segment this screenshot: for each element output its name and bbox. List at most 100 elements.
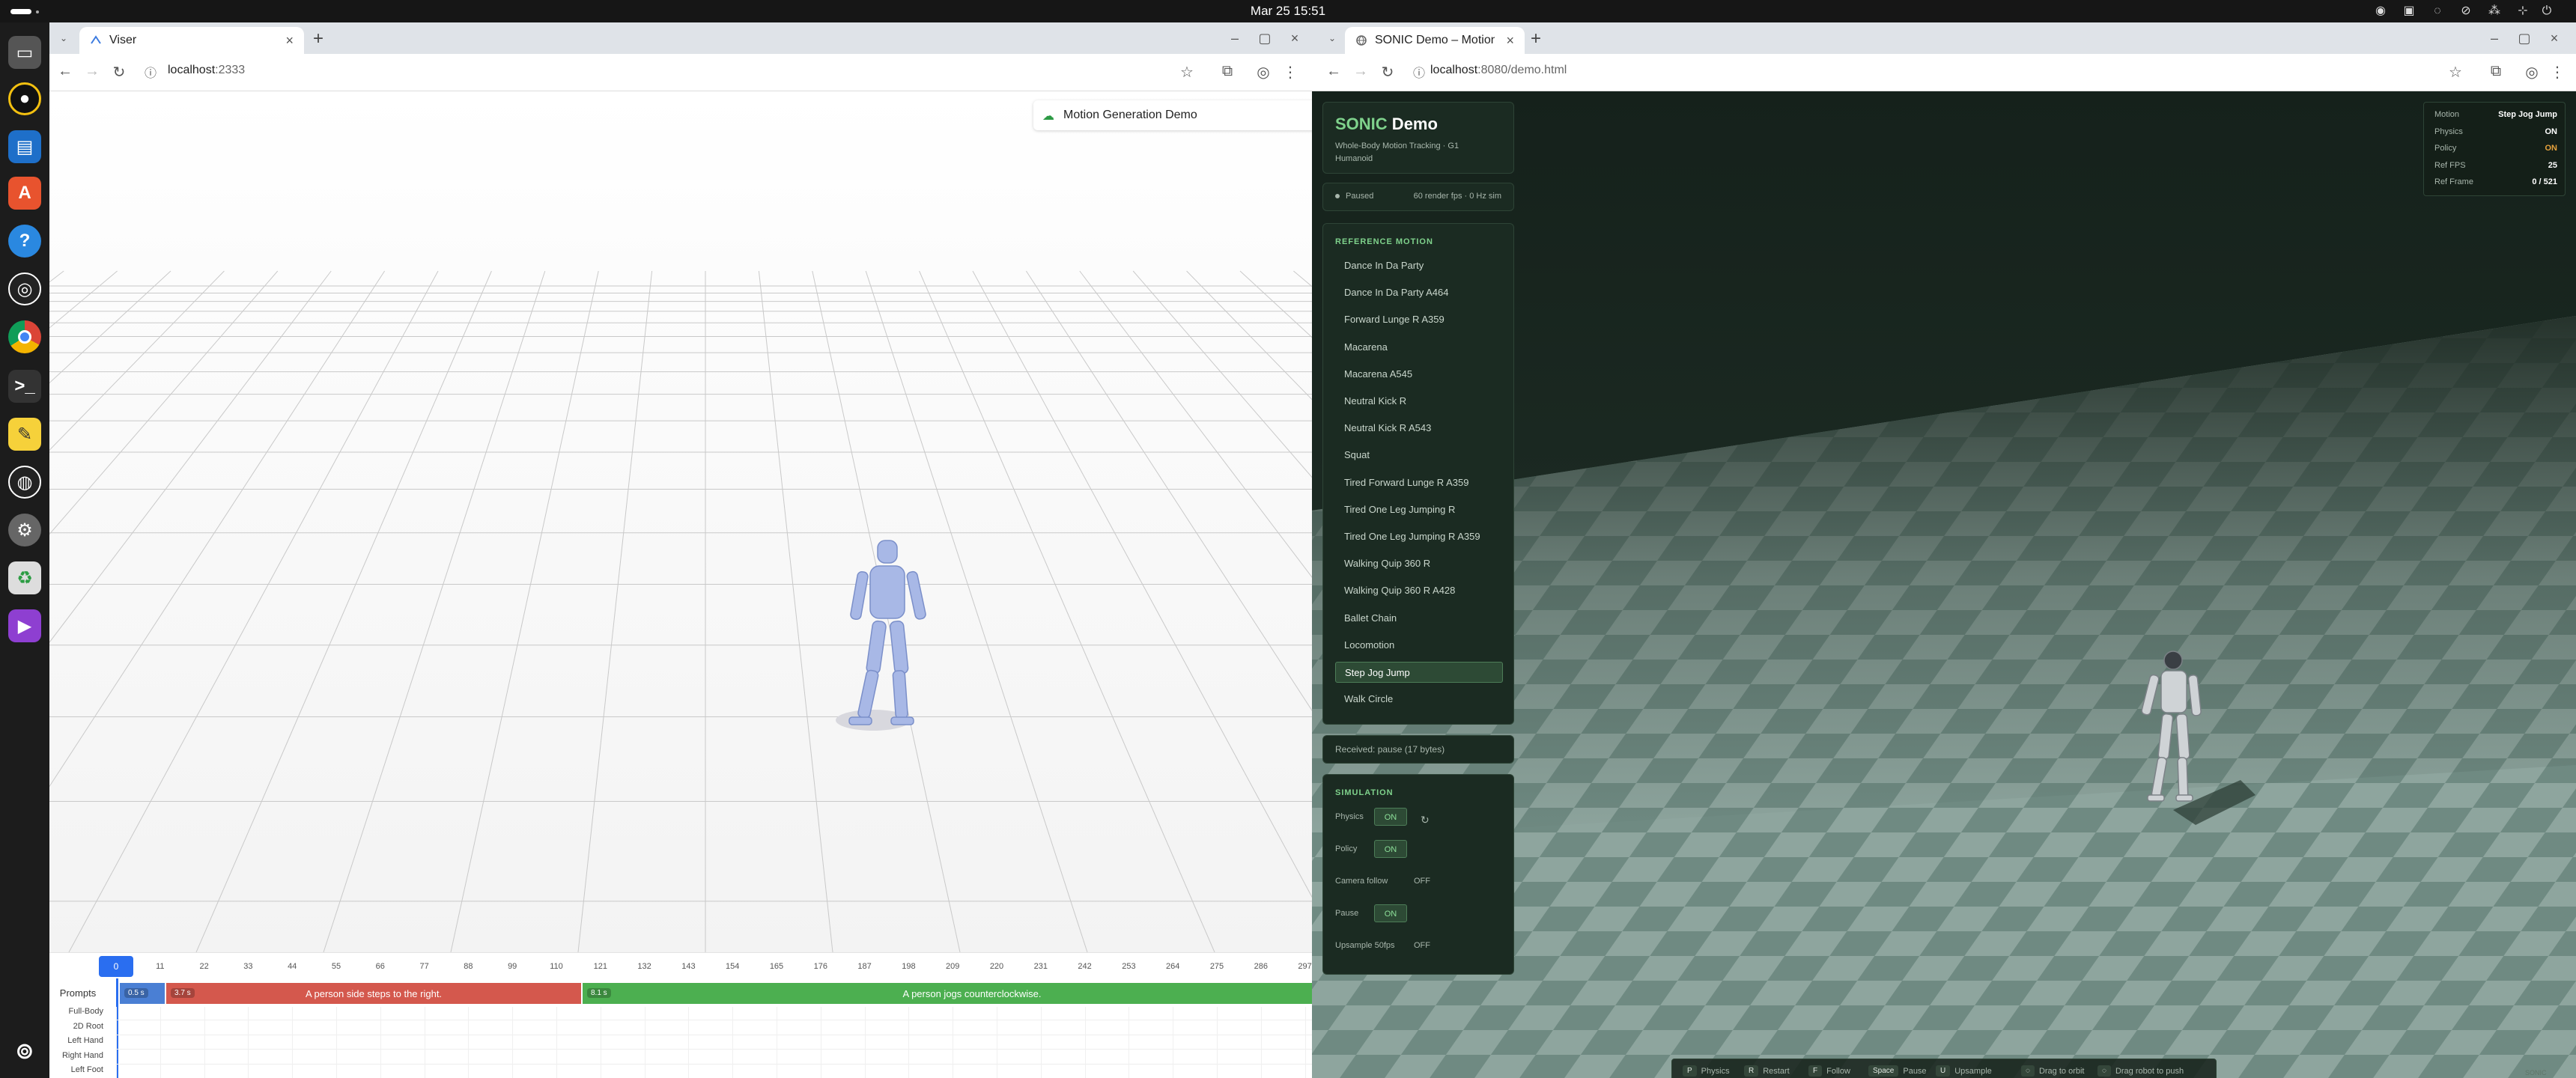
profile-icon[interactable]: ◎ bbox=[1254, 63, 1273, 82]
url-field[interactable]: localhost:8080/demo.html bbox=[1430, 64, 1567, 77]
motion-item[interactable]: Forward Lunge R A359 bbox=[1335, 309, 1503, 330]
extensions-icon[interactable]: ⧉ bbox=[1218, 63, 1237, 80]
frame-tick[interactable]: 198 bbox=[893, 962, 923, 971]
extensions-icon[interactable]: ⧉ bbox=[2486, 63, 2506, 80]
reload-icon[interactable]: ↻ bbox=[109, 63, 129, 82]
track-row[interactable] bbox=[115, 1063, 1313, 1065]
humanoid-model-left[interactable] bbox=[813, 533, 963, 758]
frame-tick[interactable]: 165 bbox=[762, 962, 792, 971]
bookmark-star-icon[interactable]: ☆ bbox=[2446, 63, 2465, 82]
frame-tick[interactable]: 209 bbox=[938, 962, 967, 971]
motion-item[interactable]: Neutral Kick R A543 bbox=[1335, 418, 1503, 439]
network-tray-icon[interactable]: ⊹ bbox=[2516, 4, 2530, 18]
frame-tick[interactable]: 231 bbox=[1026, 962, 1056, 971]
trash-icon[interactable]: ♻ bbox=[8, 561, 41, 594]
sim-toggle[interactable]: OFF bbox=[1406, 937, 1439, 954]
frame-tick[interactable]: 132 bbox=[630, 962, 660, 971]
media-player-icon[interactable]: ▶ bbox=[8, 609, 41, 642]
clock[interactable]: Mar 25 15:51 bbox=[0, 4, 2576, 19]
frame-tick[interactable]: 253 bbox=[1114, 962, 1143, 971]
maximize-icon[interactable]: ▢ bbox=[1255, 28, 1275, 48]
motion-item[interactable]: Locomotion bbox=[1335, 635, 1503, 656]
power-icon[interactable]: ⏻ bbox=[2540, 4, 2554, 18]
current-frame-marker[interactable]: 0 bbox=[99, 956, 133, 977]
forward-icon[interactable]: → bbox=[1351, 63, 1370, 80]
motion-item[interactable]: Macarena bbox=[1335, 337, 1503, 358]
obs-icon[interactable]: ◎ bbox=[8, 272, 41, 305]
browser-alt-icon[interactable]: ◍ bbox=[8, 466, 41, 499]
sim-toggle[interactable]: ON bbox=[1374, 904, 1407, 922]
site-info-icon[interactable]: ⓘ bbox=[1409, 63, 1429, 81]
forward-icon[interactable]: → bbox=[82, 63, 102, 80]
frame-tick[interactable]: 66 bbox=[365, 962, 395, 971]
profile-icon[interactable]: ◎ bbox=[2522, 63, 2542, 82]
app-indicator-icon[interactable]: ▣ bbox=[2402, 4, 2416, 18]
sim-toggle[interactable]: ON bbox=[1374, 840, 1407, 858]
text-editor-icon[interactable]: ✎ bbox=[8, 418, 41, 451]
motion-item[interactable]: Dance In Da Party A464 bbox=[1335, 282, 1503, 303]
sim-toggle[interactable]: OFF bbox=[1406, 872, 1439, 890]
motion-item[interactable]: Walking Quip 360 R A428 bbox=[1335, 580, 1503, 601]
close-tab-icon[interactable]: × bbox=[1506, 33, 1514, 49]
close-window-icon[interactable]: × bbox=[2545, 28, 2564, 48]
close-window-icon[interactable]: × bbox=[1285, 28, 1304, 48]
frame-tick[interactable]: 176 bbox=[806, 962, 836, 971]
app-center-icon[interactable]: A bbox=[8, 177, 41, 210]
reload-icon[interactable]: ↻ bbox=[1378, 63, 1397, 82]
viser-3d-viewport[interactable] bbox=[49, 91, 1313, 952]
frame-tick[interactable]: 55 bbox=[321, 962, 351, 971]
reset-physics-icon[interactable]: ↻ bbox=[1421, 814, 1430, 826]
rhythmbox-icon[interactable]: ● bbox=[8, 82, 41, 115]
g1-humanoid-robot[interactable] bbox=[2128, 645, 2278, 840]
new-tab-icon[interactable]: + bbox=[313, 28, 323, 49]
frame-tick[interactable]: 33 bbox=[233, 962, 263, 971]
motion-generation-demo-panel[interactable]: ☁ Motion Generation Demo bbox=[1033, 100, 1313, 130]
motion-item[interactable]: Step Jog Jump bbox=[1335, 662, 1503, 683]
frame-tick[interactable]: 220 bbox=[982, 962, 1012, 971]
bookmark-star-icon[interactable]: ☆ bbox=[1177, 63, 1197, 82]
frame-tick[interactable]: 242 bbox=[1070, 962, 1100, 971]
back-icon[interactable]: ← bbox=[1324, 63, 1343, 80]
settings-icon[interactable]: ⚙ bbox=[8, 514, 41, 546]
frame-tick[interactable]: 110 bbox=[541, 962, 571, 971]
motion-item[interactable]: Squat bbox=[1335, 445, 1503, 466]
frame-tick[interactable]: 11 bbox=[145, 962, 175, 971]
terminal-icon[interactable]: >_ bbox=[8, 370, 41, 403]
frame-tick[interactable]: 297 bbox=[1290, 962, 1313, 971]
frame-tick[interactable]: 121 bbox=[586, 962, 616, 971]
frame-tick[interactable]: 88 bbox=[453, 962, 483, 971]
menu-kebab-icon[interactable]: ⋮ bbox=[1281, 63, 1300, 82]
sonic-3d-viewport[interactable]: SONIC Demo Whole-Body Motion Tracking · … bbox=[1312, 91, 2576, 1078]
new-tab-icon[interactable]: + bbox=[1531, 28, 1541, 49]
menu-kebab-icon[interactable]: ⋮ bbox=[2548, 63, 2567, 82]
prompt-segment-3[interactable]: 8.1 sA person jogs counterclockwise. bbox=[583, 983, 1313, 1004]
tab-list-chevron-icon[interactable]: ⌄ bbox=[1322, 28, 1342, 48]
minimize-icon[interactable]: – bbox=[1225, 28, 1245, 48]
motion-item[interactable]: Tired One Leg Jumping R A359 bbox=[1335, 526, 1503, 547]
update-icon[interactable]: ⊘ bbox=[2459, 4, 2473, 18]
frame-tick[interactable]: 264 bbox=[1158, 962, 1188, 971]
close-tab-icon[interactable]: × bbox=[285, 33, 294, 49]
prompt-segment-2[interactable]: 3.7 sA person side steps to the right. bbox=[166, 983, 581, 1004]
site-info-icon[interactable]: ⓘ bbox=[141, 63, 160, 81]
motion-item[interactable]: Neutral Kick R bbox=[1335, 391, 1503, 412]
track-row[interactable] bbox=[115, 1049, 1313, 1050]
files-icon[interactable]: ▭ bbox=[8, 36, 41, 69]
motion-item[interactable]: Macarena A545 bbox=[1335, 364, 1503, 385]
frame-tick[interactable]: 154 bbox=[717, 962, 747, 971]
tab-list-chevron-icon[interactable]: ⌄ bbox=[54, 28, 73, 48]
frame-tick[interactable]: 187 bbox=[850, 962, 880, 971]
url-field[interactable]: localhost:2333 bbox=[168, 64, 245, 77]
writer-icon[interactable]: ▤ bbox=[8, 130, 41, 163]
frame-tick[interactable]: 143 bbox=[673, 962, 703, 971]
motion-item[interactable]: Dance In Da Party bbox=[1335, 255, 1503, 276]
minimize-icon[interactable]: – bbox=[2485, 28, 2504, 48]
frame-tick[interactable]: 44 bbox=[277, 962, 307, 971]
grid-icon[interactable]: ⁂ bbox=[2488, 4, 2501, 18]
frame-tick[interactable]: 99 bbox=[497, 962, 527, 971]
motion-timeline[interactable]: 0 Prompts 0.5 s 3.7 sA person side steps… bbox=[49, 952, 1313, 1078]
back-icon[interactable]: ← bbox=[55, 63, 75, 80]
network-icon[interactable]: ◉ bbox=[2374, 4, 2387, 18]
frame-tick[interactable]: 275 bbox=[1202, 962, 1232, 971]
frame-tick[interactable]: 286 bbox=[1246, 962, 1276, 971]
